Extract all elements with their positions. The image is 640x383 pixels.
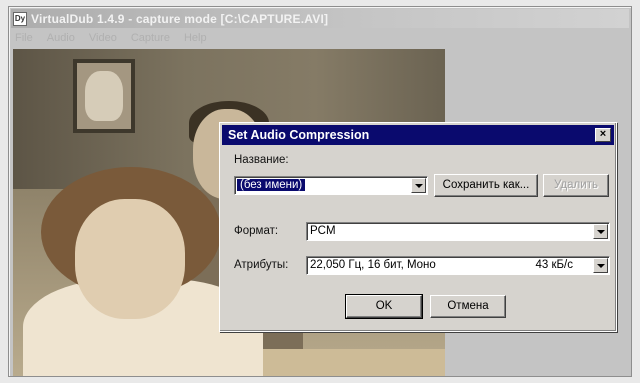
menu-file[interactable]: File <box>15 32 33 44</box>
app-icon[interactable]: Dy <box>13 11 27 26</box>
name-combobox[interactable]: (без имени) <box>234 176 428 195</box>
attributes-label: Атрибуты: <box>234 259 289 271</box>
menu-capture[interactable]: Capture <box>131 32 170 44</box>
dropdown-arrow-icon[interactable] <box>411 178 426 193</box>
attributes-combobox[interactable]: 22,050 Гц, 16 бит, Моно 43 кБ/с <box>306 256 610 275</box>
menu-audio[interactable]: Audio <box>47 32 75 44</box>
dropdown-arrow-icon[interactable] <box>593 224 608 239</box>
delete-button[interactable]: Удалить <box>543 174 609 197</box>
app-title: VirtualDub 1.4.9 - capture mode [C:\CAPT… <box>31 11 329 26</box>
attributes-value: 22,050 Гц, 16 бит, Моно <box>310 259 436 271</box>
attributes-rate: 43 кБ/с <box>535 259 573 271</box>
menu-video[interactable]: Video <box>89 32 117 44</box>
menu-bar: File Audio Video Capture Help <box>11 29 629 47</box>
format-value: PCM <box>310 225 336 237</box>
format-label: Формат: <box>234 225 279 237</box>
picture-frame <box>73 59 135 133</box>
name-label: Название: <box>234 154 289 166</box>
dialog-title: Set Audio Compression <box>228 128 370 142</box>
set-audio-compression-dialog: Set Audio Compression × Название: (без и… <box>219 122 617 332</box>
app-title-bar[interactable]: Dy VirtualDub 1.4.9 - capture mode [C:\C… <box>11 9 629 28</box>
format-combobox[interactable]: PCM <box>306 222 610 241</box>
dropdown-arrow-icon[interactable] <box>593 258 608 273</box>
menu-help[interactable]: Help <box>184 32 207 44</box>
ok-button[interactable]: OK <box>345 294 423 319</box>
name-value: (без имени) <box>237 179 306 191</box>
dialog-title-bar[interactable]: Set Audio Compression × <box>222 125 614 145</box>
save-as-button[interactable]: Сохранить как... <box>434 174 538 197</box>
cancel-button[interactable]: Отмена <box>430 295 506 318</box>
woman-face <box>75 199 185 319</box>
close-icon[interactable]: × <box>595 128 611 142</box>
